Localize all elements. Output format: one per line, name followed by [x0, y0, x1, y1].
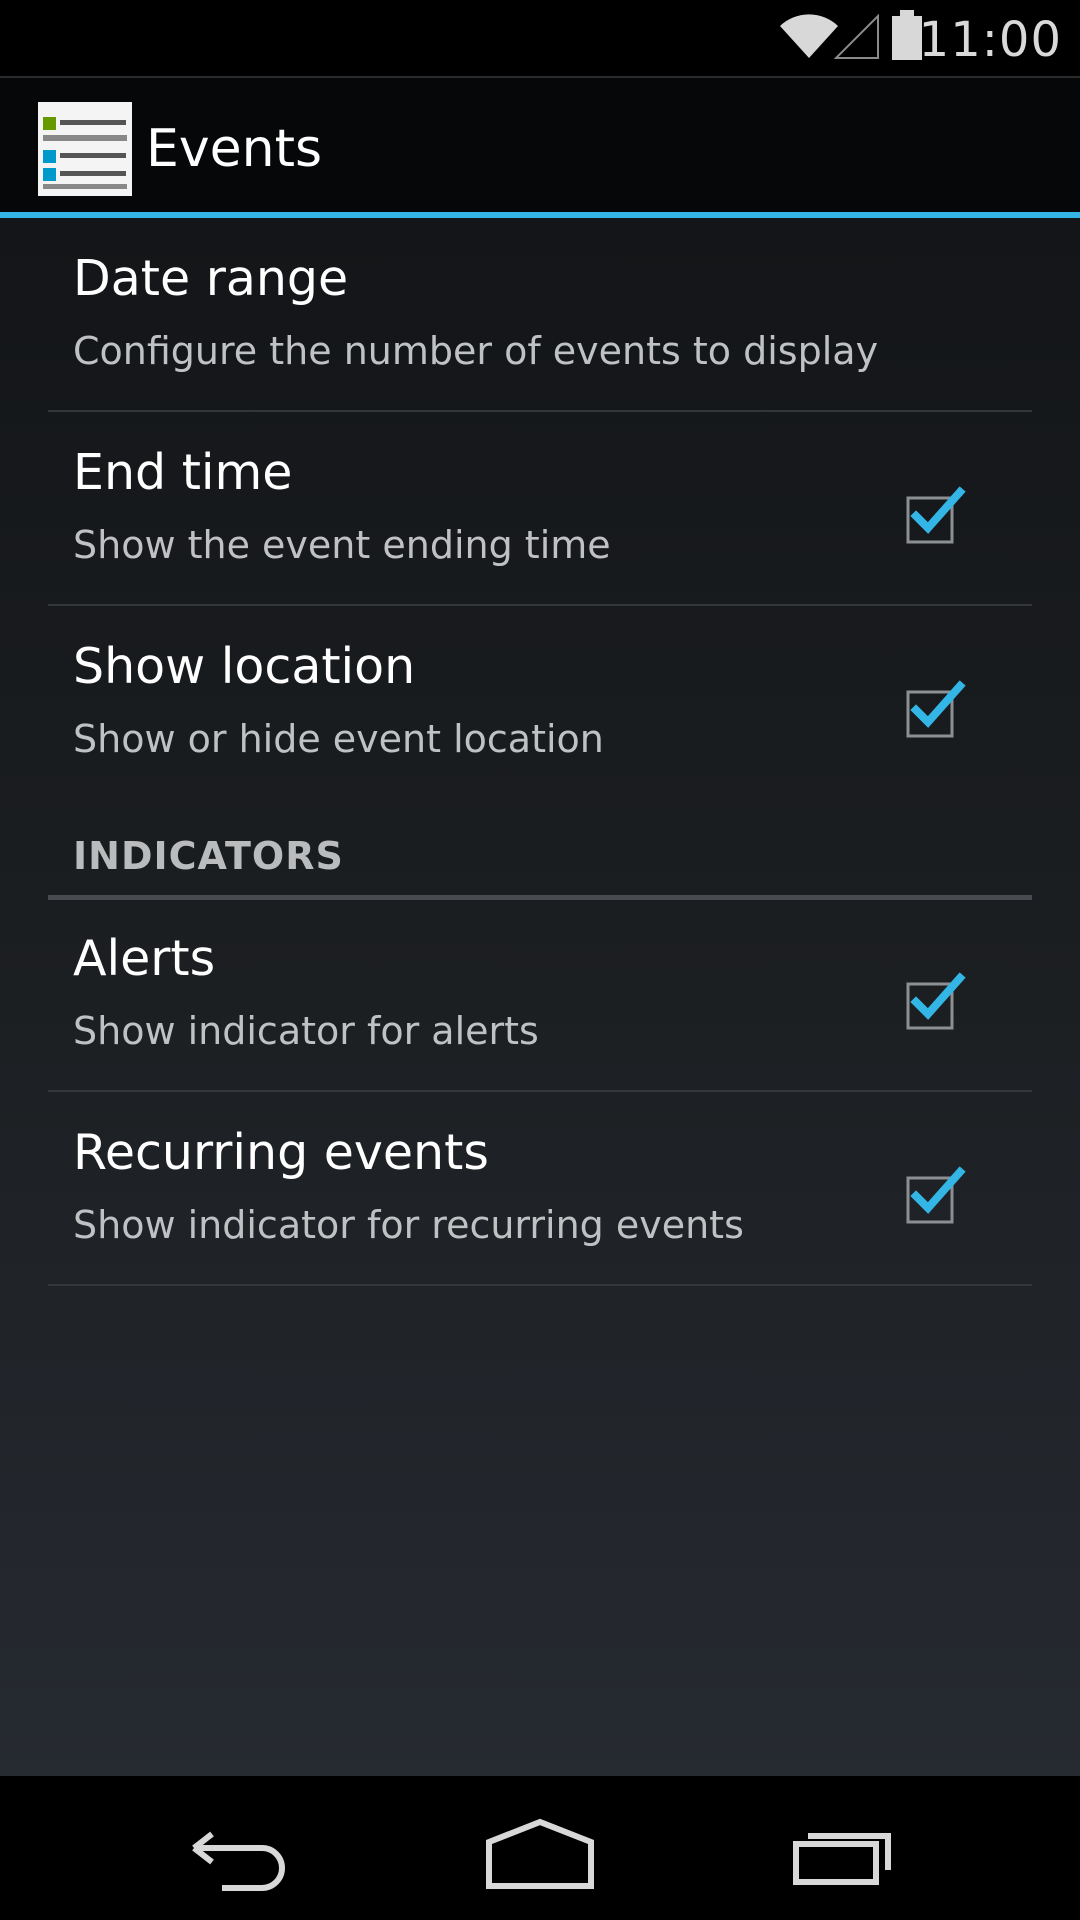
- pref-date-range[interactable]: Date range Configure the number of event…: [48, 218, 1032, 412]
- category-indicators: INDICATORS: [48, 810, 1032, 900]
- back-icon[interactable]: [164, 1800, 314, 1896]
- pref-recurring-events[interactable]: Recurring events Show indicator for recu…: [48, 1092, 1032, 1286]
- navigation-bar: [0, 1776, 1080, 1920]
- checkbox-checked-icon[interactable]: [904, 680, 966, 738]
- pref-summary: Show indicator for recurring events: [73, 1203, 744, 1247]
- status-time: 11:00: [918, 12, 1062, 68]
- action-bar: Events: [0, 76, 1080, 214]
- preferences-list: Date range Configure the number of event…: [0, 218, 1080, 1776]
- pref-summary: Show indicator for alerts: [73, 1009, 539, 1053]
- pref-show-location[interactable]: Show location Show or hide event locatio…: [48, 606, 1032, 800]
- home-icon[interactable]: [465, 1800, 615, 1896]
- pref-title: Date range: [73, 250, 349, 307]
- recents-icon[interactable]: [768, 1800, 918, 1896]
- status-bar: 11:00: [0, 0, 1080, 76]
- pref-summary: Configure the number of events to displa…: [73, 329, 879, 373]
- pref-summary: Show or hide event location: [73, 717, 604, 761]
- cell-signal-icon: [834, 14, 879, 59]
- pref-title: Recurring events: [73, 1124, 489, 1181]
- pref-summary: Show the event ending time: [73, 523, 611, 567]
- pref-title: Show location: [73, 638, 416, 695]
- pref-title: End time: [73, 444, 293, 501]
- pref-alerts[interactable]: Alerts Show indicator for alerts: [48, 898, 1032, 1092]
- checkbox-checked-icon[interactable]: [904, 972, 966, 1030]
- pref-end-time[interactable]: End time Show the event ending time: [48, 412, 1032, 606]
- events-list-icon[interactable]: [38, 102, 132, 196]
- checkbox-checked-icon[interactable]: [904, 486, 966, 544]
- category-title: INDICATORS: [73, 834, 344, 878]
- checkbox-checked-icon[interactable]: [904, 1166, 966, 1224]
- page-title: Events: [146, 119, 323, 179]
- wifi-icon: [780, 14, 838, 59]
- pref-title: Alerts: [73, 930, 216, 987]
